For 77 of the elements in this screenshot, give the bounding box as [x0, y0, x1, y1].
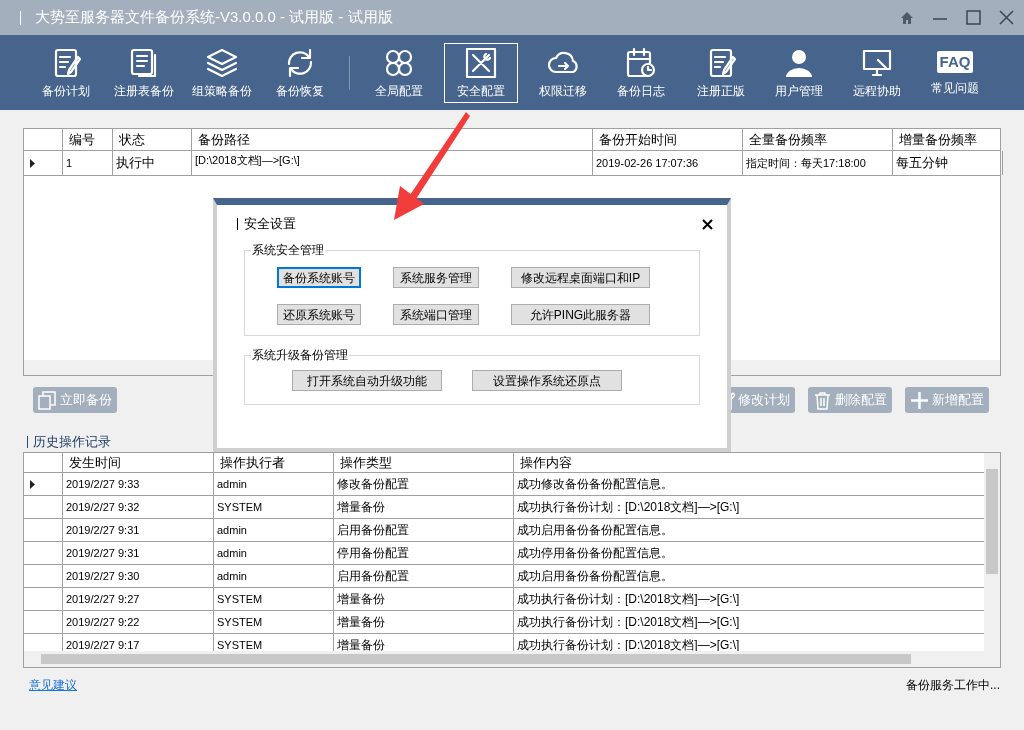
dialog-title: 安全设置 — [244, 215, 296, 234]
column-header: 操作执行者 — [214, 453, 334, 472]
toolbar-button[interactable]: 备份计划 — [30, 42, 102, 103]
trash-icon — [813, 390, 832, 410]
table-cell: 2019/2/27 9:27 — [63, 588, 214, 610]
column-header: 编号 — [63, 129, 113, 150]
toolbar-button[interactable]: 备份恢复 — [264, 42, 336, 103]
column-header: 操作类型 — [334, 453, 514, 472]
dialog-button[interactable]: 修改远程桌面端口和IP — [511, 267, 650, 288]
copy-icon — [38, 390, 57, 410]
group-title: 系统安全管理 — [251, 242, 325, 259]
table-cell: admin — [214, 519, 334, 541]
table-cell: 增量备份 — [334, 588, 514, 610]
table-cell: 启用备份配置 — [334, 565, 514, 587]
dialog-button[interactable]: 允许PING此服务器 — [511, 304, 650, 325]
column-header: 全量备份频率 — [743, 129, 893, 150]
table-cell: admin — [214, 565, 334, 587]
calendar-clock-icon — [624, 45, 658, 80]
title-divider — [237, 218, 238, 230]
column-header: 备份开始时间 — [593, 129, 743, 150]
table-cell: 执行中 — [113, 151, 192, 175]
section-marker — [27, 436, 28, 448]
group-title: 系统升级备份管理 — [251, 347, 349, 364]
table-cell: admin — [214, 542, 334, 564]
toolbar-button[interactable]: 远程协助 — [841, 42, 913, 103]
toolbar-button[interactable]: 备份日志 — [605, 42, 677, 103]
maximize-icon[interactable] — [966, 10, 981, 25]
dialog-button[interactable]: 设置操作系统还原点 — [472, 370, 622, 391]
status-text: 备份服务工作中... — [906, 677, 1000, 694]
table-cell: SYSTEM — [214, 496, 334, 518]
table-cell: 2019/2/27 9:31 — [63, 542, 214, 564]
title-divider — [20, 10, 21, 25]
table-cell: 停用备份配置 — [334, 542, 514, 564]
table-cell: 2019/2/27 9:31 — [63, 519, 214, 541]
toolbar-button[interactable]: 安全配置 — [444, 42, 518, 103]
tools-icon — [464, 45, 498, 80]
table-cell: admin — [214, 473, 334, 495]
window-title: 大势至服务器文件备份系统-V3.0.0.0 - 试用版 - 试用版 — [35, 7, 393, 28]
toolbar-button[interactable]: 注册正版 — [685, 42, 757, 103]
column-header: 发生时间 — [63, 453, 214, 472]
plus-icon — [910, 390, 929, 410]
dialog-button[interactable]: 还原系统账号 — [277, 304, 361, 325]
feedback-link[interactable]: 意见建议 — [29, 676, 77, 694]
dialog-button[interactable]: 备份系统账号 — [277, 267, 361, 288]
table-cell: 2019/2/27 9:33 — [63, 473, 214, 495]
table-cell: SYSTEM — [214, 611, 334, 633]
section-title: 历史操作记录 — [33, 433, 111, 452]
dialog-button[interactable]: 打开系统自动升级功能 — [292, 370, 442, 391]
toolbar-button[interactable]: FAQ 常见问题 — [919, 42, 991, 103]
home-icon[interactable] — [900, 10, 914, 25]
toolbar-button[interactable]: 全局配置 — [363, 42, 435, 103]
column-header: 增量备份频率 — [898, 131, 978, 149]
dialog-button[interactable]: 系统端口管理 — [393, 304, 479, 325]
column-header: 状态 — [113, 129, 192, 150]
close-icon[interactable] — [702, 218, 713, 230]
toolbar-button[interactable]: 用户管理 — [763, 42, 835, 103]
table-cell: 2019/2/27 9:22 — [63, 611, 214, 633]
current-row-icon — [29, 158, 36, 168]
table-cell: 1 — [63, 151, 113, 175]
faq-icon: FAQ — [936, 50, 974, 73]
toolbar-button[interactable]: 组策略备份 — [186, 42, 258, 103]
table-cell: 指定时间：每天17:18:00 — [743, 151, 893, 175]
dialog-button[interactable]: 系统服务管理 — [393, 267, 479, 288]
table-cell: 2019/2/27 9:30 — [63, 565, 214, 587]
table-cell: 每五分钟 — [893, 151, 1003, 175]
current-row-icon — [29, 479, 36, 489]
table-cell: 增量备份 — [334, 496, 514, 518]
table-cell: 增量备份 — [334, 611, 514, 633]
table-cell: 启用备份配置 — [334, 519, 514, 541]
table-cell: 2019-02-26 17:07:36 — [593, 151, 743, 175]
table-cell: 修改备份配置 — [334, 473, 514, 495]
toolbar-button[interactable]: 注册表备份 — [108, 42, 180, 103]
horizontal-scrollbar[interactable] — [24, 651, 1000, 667]
toolbar-button[interactable]: 权限迁移 — [527, 42, 599, 103]
table-cell: 2019/2/27 9:32 — [63, 496, 214, 518]
vertical-scrollbar[interactable] — [984, 453, 1000, 651]
table-cell: SYSTEM — [214, 588, 334, 610]
